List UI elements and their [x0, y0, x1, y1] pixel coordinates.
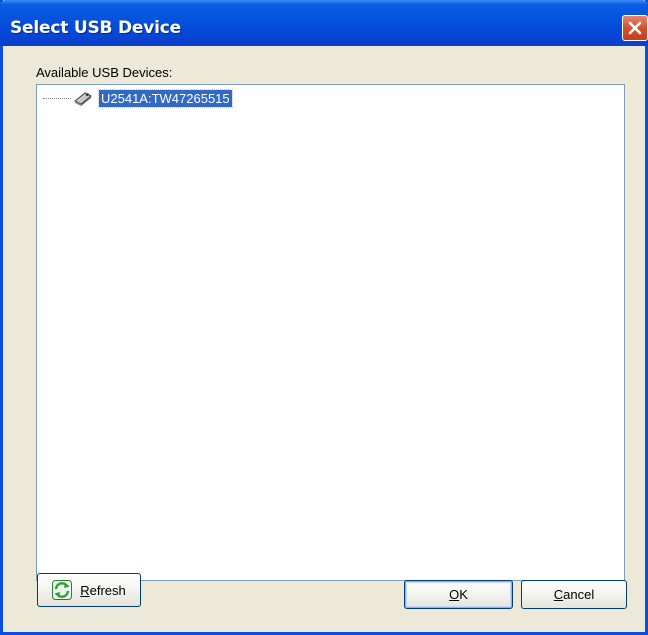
window-title: Select USB Device [10, 18, 181, 38]
device-tree[interactable]: U2541A:TW47265515 [36, 84, 625, 581]
device-item-label[interactable]: U2541A:TW47265515 [98, 88, 233, 108]
available-devices-label: Available USB Devices: [36, 65, 173, 80]
close-button[interactable] [622, 15, 648, 41]
refresh-button-label: Refresh [80, 582, 126, 598]
select-usb-device-dialog: Select USB Device Available USB Devices:… [0, 0, 648, 635]
cancel-button-label: Cancel [553, 587, 595, 602]
title-bar[interactable]: Select USB Device [0, 0, 648, 46]
usb-device-icon [74, 92, 92, 106]
refresh-icon [52, 580, 73, 600]
close-icon [628, 21, 642, 35]
dialog-content: Available USB Devices: U2541A:TW47265515 [3, 46, 645, 632]
ok-button-label: OK [449, 587, 468, 602]
tree-connector-line [43, 97, 71, 99]
cancel-button[interactable]: Cancel [521, 580, 627, 609]
device-tree-item[interactable]: U2541A:TW47265515 [43, 88, 233, 108]
ok-button[interactable]: OK [404, 580, 513, 609]
refresh-button[interactable]: Refresh [37, 573, 141, 607]
